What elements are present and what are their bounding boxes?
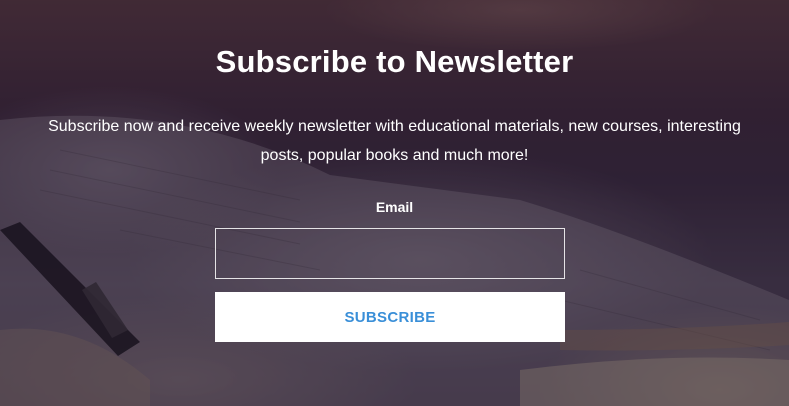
newsletter-section: Subscribe to Newsletter Subscribe now an…	[0, 0, 789, 406]
email-input[interactable]	[215, 228, 565, 279]
newsletter-title: Subscribe to Newsletter	[215, 44, 574, 79]
newsletter-description: Subscribe now and receive weekly newslet…	[48, 118, 741, 164]
subscribe-button[interactable]: SUBSCRIBE	[215, 292, 565, 342]
newsletter-content: Subscribe to Newsletter Subscribe now an…	[0, 0, 789, 406]
email-label: Email	[375, 199, 414, 215]
